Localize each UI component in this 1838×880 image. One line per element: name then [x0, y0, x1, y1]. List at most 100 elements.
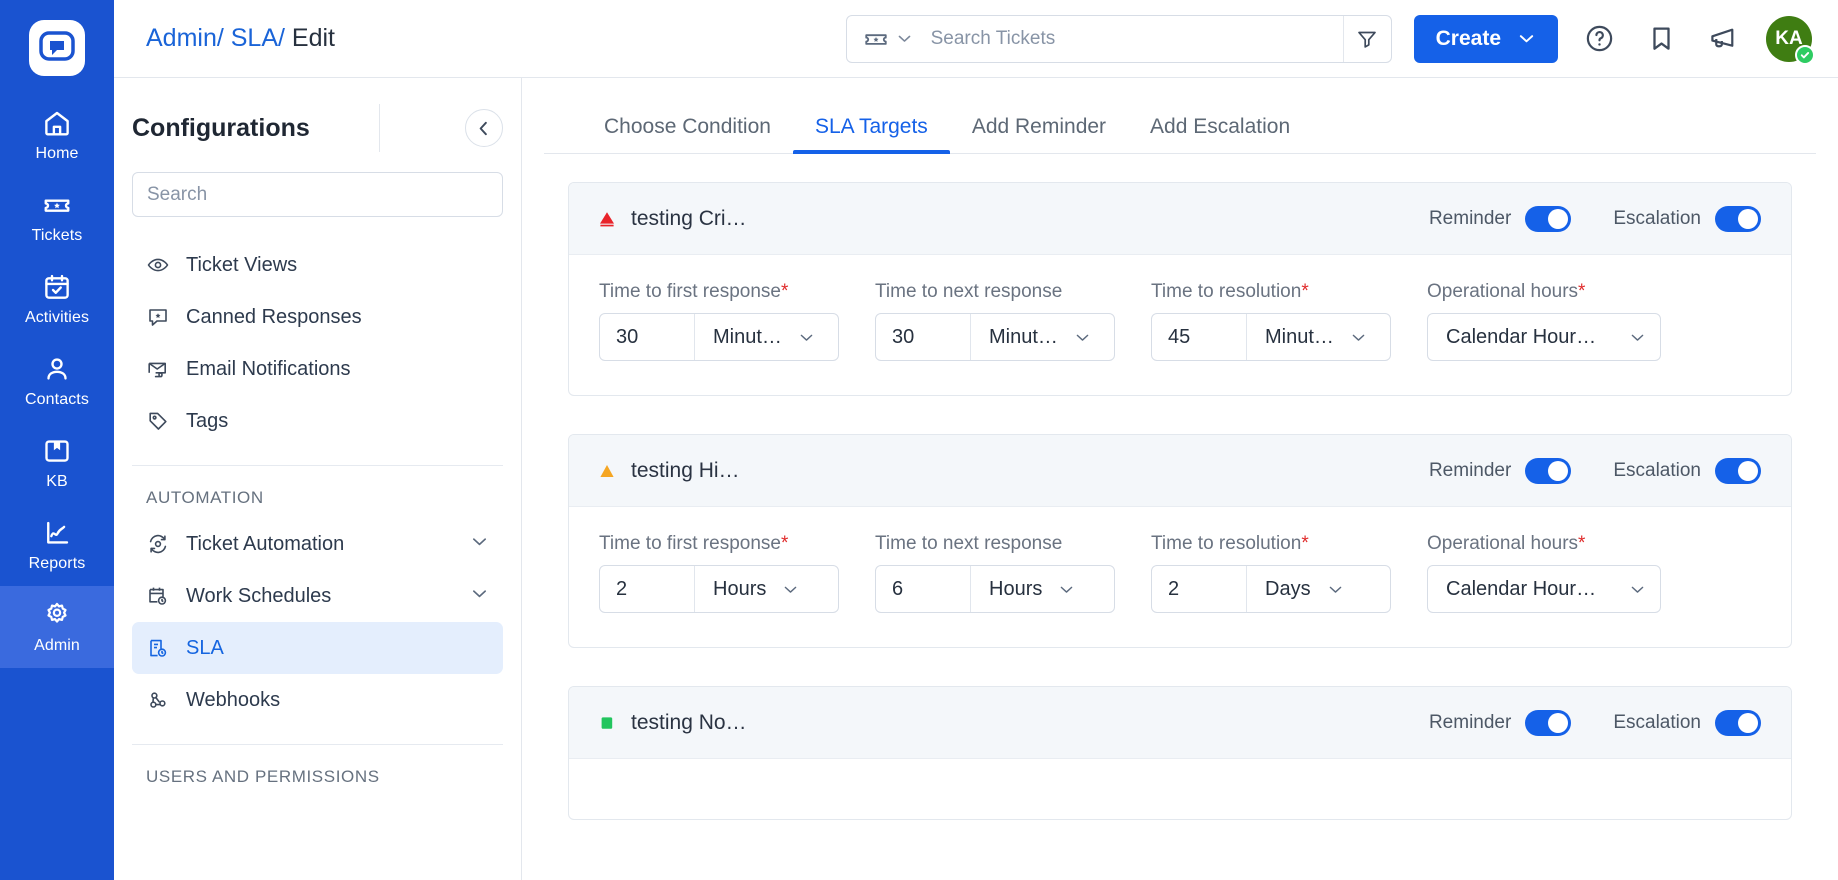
ticket-icon	[864, 33, 887, 45]
bookmark-button[interactable]	[1640, 18, 1682, 60]
sidebar-item-sla[interactable]: SLA	[132, 622, 503, 674]
operational-hours-value: Calendar Hour…	[1446, 577, 1597, 600]
webhook-icon	[146, 688, 170, 712]
search-type-selector[interactable]	[847, 26, 925, 52]
next-response-unit-select[interactable]: Minut…	[970, 314, 1114, 360]
unit-value: Minut…	[713, 325, 782, 348]
rail-label-activities: Activities	[24, 308, 90, 326]
automation-icon	[146, 532, 170, 556]
rail-item-kb[interactable]: KB	[0, 422, 114, 504]
sla-target-cards: testing Cri… Reminder Escalation Time to…	[522, 154, 1838, 880]
escalation-toggle[interactable]	[1715, 457, 1761, 484]
sla-card-header: testing No… Reminder Escalation	[569, 687, 1791, 759]
sidebar-item-work-schedules[interactable]: Work Schedules	[132, 570, 503, 622]
next-response-value-input[interactable]	[876, 314, 970, 360]
sidebar-item-ticket-views[interactable]: Ticket Views	[132, 239, 503, 291]
sidebar-item-tags[interactable]: Tags	[132, 395, 503, 447]
help-button[interactable]	[1578, 18, 1620, 60]
rail-item-home[interactable]: Home	[0, 94, 114, 176]
reminder-label: Reminder	[1428, 207, 1512, 229]
resolution-value-input[interactable]	[1152, 566, 1246, 612]
sidebar-group-users-label: USERS AND PERMISSIONS	[146, 767, 380, 786]
tab-choose-condition[interactable]: Choose Condition	[582, 115, 793, 153]
resolution-value-input[interactable]	[1152, 314, 1246, 360]
next-response-unit-select[interactable]: Hours	[970, 566, 1114, 612]
field-first-response: Time to first response* Minut…	[599, 281, 839, 361]
chevron-down-icon[interactable]	[470, 532, 489, 557]
collapse-sidebar-button[interactable]	[464, 109, 503, 147]
reminder-toggle-group: Reminder	[1429, 457, 1572, 484]
chevron-down-icon	[1329, 586, 1341, 593]
field-resolution: Time to resolution* Minut…	[1151, 281, 1391, 361]
unit-value: Days	[1265, 577, 1311, 600]
user-avatar[interactable]: KA	[1766, 15, 1815, 65]
sla-card-header: testing Cri… Reminder Escalation	[569, 183, 1791, 255]
required-asterisk: *	[780, 533, 789, 554]
sidebar-item-label: Work Schedules	[186, 584, 332, 607]
tab-add-reminder[interactable]: Add Reminder	[950, 115, 1128, 153]
escalation-toggle-group: Escalation	[1613, 205, 1761, 232]
app-logo[interactable]	[29, 20, 85, 76]
sla-card-title: testing Hi…	[631, 458, 740, 482]
eye-icon	[146, 253, 170, 277]
first-response-value-input[interactable]	[600, 566, 694, 612]
escalation-toggle-group: Escalation	[1613, 709, 1761, 736]
required-asterisk: *	[1301, 533, 1309, 554]
toggle-knob	[1738, 712, 1758, 733]
tab-sla-targets[interactable]: SLA Targets	[792, 115, 950, 154]
sla-card: testing Cri… Reminder Escalation Time to…	[568, 182, 1792, 396]
create-button[interactable]: Create	[1413, 14, 1558, 63]
rail-item-contacts[interactable]: Contacts	[0, 340, 114, 422]
reminder-toggle-group: Reminder	[1428, 205, 1572, 232]
unit-value: Hours	[989, 577, 1043, 600]
resolution-unit-select[interactable]: Minut…	[1246, 314, 1390, 360]
reminder-label: Reminder	[1428, 711, 1512, 733]
rail-label-home: Home	[35, 144, 79, 162]
create-button-label: Create	[1435, 26, 1501, 50]
sidebar-item-canned-responses[interactable]: Canned Responses	[132, 291, 503, 343]
filter-button[interactable]	[1342, 15, 1391, 62]
toggle-knob	[1548, 208, 1569, 229]
escalation-toggle[interactable]	[1715, 205, 1761, 232]
field-label: Time to first response*	[599, 533, 839, 555]
field-label: Time to resolution*	[1151, 281, 1391, 303]
sla-card-title-group: testing Cri…	[597, 207, 747, 231]
rail-item-reports[interactable]: Reports	[0, 504, 114, 586]
next-response-value-input[interactable]	[876, 566, 970, 612]
reminder-toggle[interactable]	[1525, 457, 1572, 484]
help-circle-icon	[1586, 25, 1612, 52]
check-icon	[1800, 51, 1810, 58]
reminder-toggle[interactable]	[1525, 709, 1572, 736]
operational-hours-select[interactable]: Calendar Hour…	[1428, 314, 1660, 360]
sidebar-item-ticket-automation[interactable]: Ticket Automation	[132, 518, 503, 570]
breadcrumb-link[interactable]: Admin/ SLA/	[146, 24, 285, 52]
first-response-value-input[interactable]	[600, 314, 694, 360]
unit-value: Minut…	[989, 325, 1058, 348]
chevron-down-icon[interactable]	[470, 584, 489, 609]
announcements-button[interactable]	[1702, 18, 1744, 60]
calendar-clock-icon	[146, 584, 170, 608]
field-resolution: Time to resolution* Days	[1151, 533, 1391, 613]
escalation-toggle[interactable]	[1715, 709, 1761, 736]
search-input[interactable]	[924, 15, 1343, 62]
chart-icon	[47, 521, 69, 544]
field-label: Operational hours*	[1427, 281, 1661, 303]
sidebar-search-input[interactable]	[147, 183, 488, 206]
content-column: Admin/ SLA/ Edit Search Tickets Create K…	[114, 0, 1838, 880]
field-label: Operational hours*	[1427, 533, 1661, 555]
escalation-toggle-group: Escalation	[1613, 457, 1761, 484]
sidebar-item-email-notifications[interactable]: Email Notifications	[132, 343, 503, 395]
resolution-unit-select[interactable]: Days	[1246, 566, 1390, 612]
required-asterisk: *	[1578, 533, 1586, 554]
rail-item-admin[interactable]: Admin	[0, 586, 114, 668]
rail-label-admin: Admin	[34, 636, 80, 654]
first-response-unit-select[interactable]: Minut…	[694, 314, 838, 360]
reminder-toggle[interactable]	[1525, 205, 1572, 232]
tab-add-escalation[interactable]: Add Escalation	[1128, 115, 1312, 153]
field-label: Time to next response	[875, 533, 1063, 554]
operational-hours-select[interactable]: Calendar Hour…	[1428, 566, 1660, 612]
sidebar-item-webhooks[interactable]: Webhooks	[132, 674, 503, 726]
rail-item-tickets[interactable]: Tickets	[0, 176, 114, 258]
rail-item-activities[interactable]: Activities	[0, 258, 114, 340]
first-response-unit-select[interactable]: Hours	[694, 566, 838, 612]
